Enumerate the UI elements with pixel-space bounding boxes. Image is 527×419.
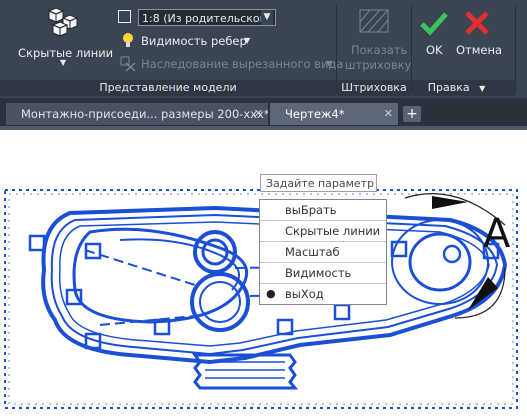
chevron-down-icon[interactable]: ▼ [479, 84, 485, 93]
chevron-down-icon: ▼ [326, 59, 333, 68]
menu-item-label: Скрытые линии [285, 224, 381, 238]
close-icon[interactable]: ✕ [254, 103, 263, 125]
ok-button[interactable]: OK [416, 4, 452, 74]
edge-visibility-button[interactable]: Видимость ребер ▼ [120, 31, 260, 51]
panel-title-edit-label: Правка [427, 81, 470, 94]
cut-inherit-button: Наследование вырезанного вида ▼ [120, 54, 343, 74]
tab-document-1[interactable]: Монтажно-присоеди... размеры 200-ххх* ✕ [6, 103, 268, 125]
show-hatch-label-2: штриховку [345, 58, 412, 72]
cancel-label: Отмена [456, 43, 503, 57]
edge-visibility-label: Видимость ребер [141, 34, 247, 48]
panel-title-hatch: Штриховка [337, 80, 411, 96]
scale-dropdown[interactable]: 1:8 (Из родительского э ▼ [138, 9, 276, 26]
tab-label: Чертеж4* [285, 107, 345, 121]
option-context-menu: выБрать Скрытые линии Масштаб Видимость … [259, 199, 387, 305]
ok-label: OK [426, 43, 443, 57]
hatch-icon [359, 9, 389, 33]
menu-item-scale[interactable]: Масштаб [260, 242, 386, 263]
menu-item-label: выХод [285, 287, 324, 301]
panel-title-edit: Правка ▼ [412, 80, 515, 96]
cut-inherit-icon [120, 56, 136, 72]
scale-value: 1:8 (Из родительского э [142, 12, 276, 25]
chevron-down-icon: ▼ [244, 36, 251, 45]
menu-item-select[interactable]: выБрать [260, 200, 386, 221]
show-hatch-button: Показать штриховку [337, 4, 411, 74]
tab-label: Монтажно-присоеди... размеры 200-ххх* [21, 107, 268, 121]
close-icon [465, 11, 489, 35]
new-tab-button[interactable]: + [403, 106, 421, 122]
checkmark-icon [420, 12, 448, 36]
menu-item-label: Масштаб [285, 245, 340, 259]
show-hatch-label-1: Показать [351, 43, 408, 57]
menu-item-label: Видимость [285, 266, 352, 280]
chevron-down-icon: ▼ [60, 58, 67, 67]
tab-document-2[interactable]: Чертеж4* ✕ [270, 103, 398, 125]
lightbulb-icon [123, 33, 133, 47]
ribbon: Скрытые линии ▼ 1:8 (Из родительского э … [0, 0, 527, 99]
close-icon[interactable]: ✕ [384, 103, 393, 125]
panel-model-view: Скрытые линии ▼ 1:8 (Из родительского э … [0, 0, 343, 98]
menu-item-hidden-lines[interactable]: Скрытые линии [260, 221, 386, 242]
cubes-icon [47, 8, 79, 37]
panel-hatch: Показать штриховку Штриховка [337, 0, 411, 98]
panel-title-model-view: Представление модели [0, 80, 336, 96]
view-label: A [483, 211, 511, 257]
scale-icon [118, 10, 131, 23]
menu-item-label: выБрать [285, 203, 337, 217]
selected-bullet-icon: ● [266, 287, 276, 300]
panel-edit: OK Отмена Правка ▼ [412, 0, 515, 98]
command-prompt-tooltip: Задайте параметр [260, 174, 377, 192]
menu-item-exit[interactable]: ● выХод [260, 284, 386, 304]
cancel-button[interactable]: Отмена [454, 4, 502, 74]
document-tab-bar: Монтажно-присоеди... размеры 200-ххх* ✕ … [0, 98, 527, 126]
hidden-lines-button[interactable]: Скрытые линии ▼ [12, 4, 114, 68]
menu-item-visibility[interactable]: Видимость [260, 263, 386, 284]
cut-inherit-label: Наследование вырезанного вида [141, 57, 344, 71]
chevron-down-icon[interactable]: ▼ [261, 10, 273, 25]
